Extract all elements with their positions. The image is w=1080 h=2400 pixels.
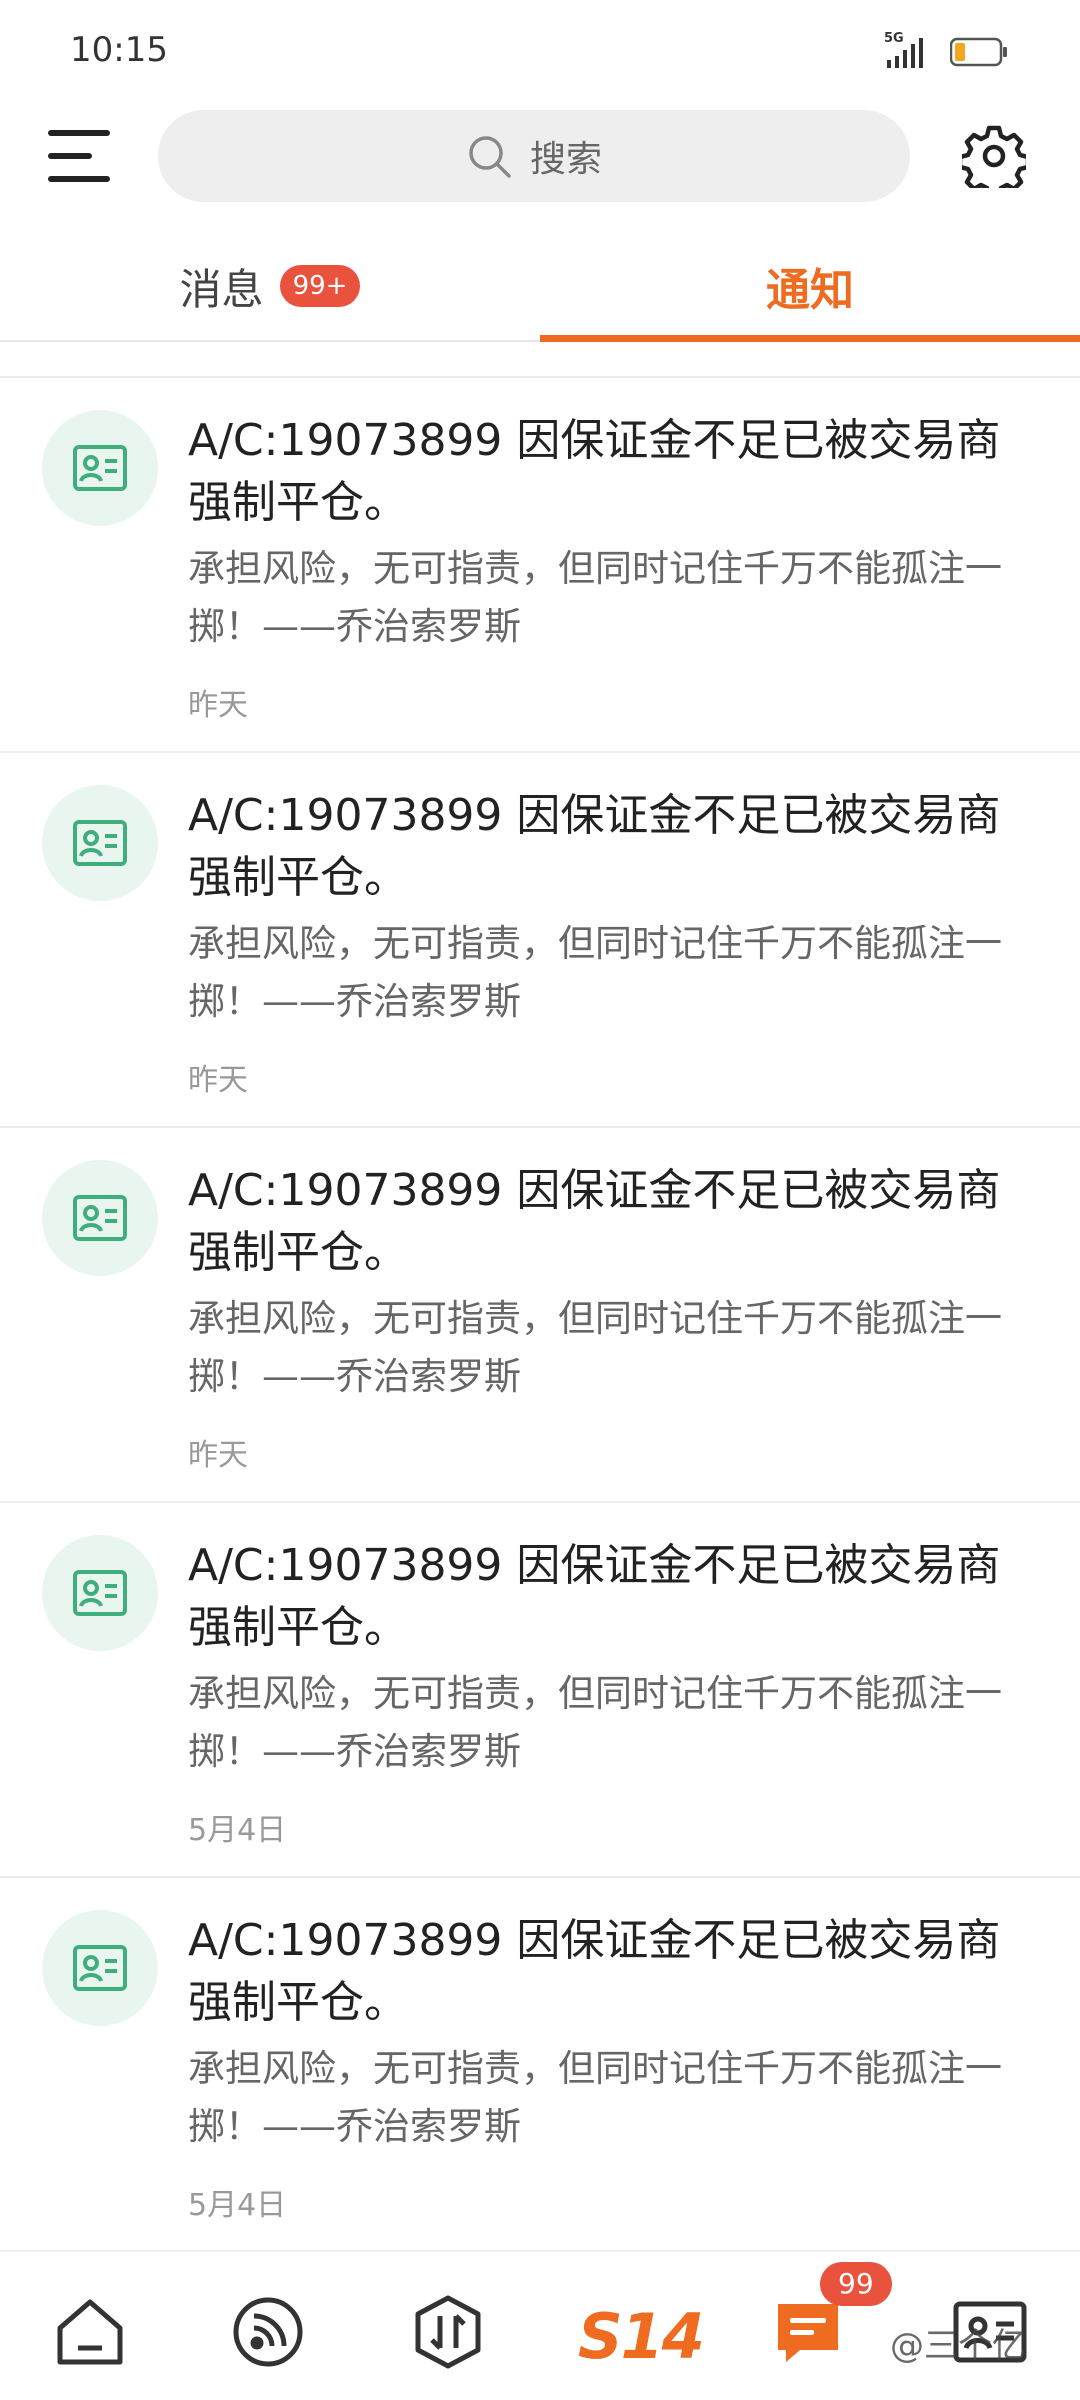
- top-bar: 搜索: [0, 100, 1080, 210]
- gear-icon[interactable]: [962, 124, 1026, 188]
- feed-icon: [233, 2297, 303, 2367]
- id-card-icon: [42, 410, 158, 526]
- search-placeholder: 搜索: [529, 139, 602, 180]
- notice-title: A/C:19073899 因保证金不足已被交易商强制平仓。: [188, 415, 1001, 528]
- nav-feed[interactable]: [228, 2292, 308, 2372]
- notice-title: A/C:19073899 因保证金不足已被交易商强制平仓。: [188, 790, 1001, 903]
- messages-count-badge: 99+: [279, 265, 361, 307]
- notice-time: 昨天: [188, 1063, 248, 1098]
- watermark: @三个亿: [890, 2326, 1026, 2366]
- nav-home[interactable]: [50, 2292, 130, 2372]
- list-item[interactable]: A/C:19073899 因保证金不足已被交易商强制平仓。 承担风险，无可指责，…: [0, 1128, 1080, 1503]
- notice-title: A/C:19073899 因保证金不足已被交易商强制平仓。: [188, 1165, 1001, 1278]
- home-icon: [57, 2299, 123, 2365]
- tab-notifications-label: 通知: [766, 265, 854, 316]
- id-card-icon: [42, 1910, 158, 2026]
- nav-trade[interactable]: [408, 2292, 488, 2372]
- messages-icon: [778, 2304, 838, 2362]
- status-time: 10:15: [70, 30, 168, 70]
- notice-time: 5月4日: [188, 1813, 287, 1848]
- active-tab-indicator: [540, 335, 1080, 342]
- notice-body: 承担风险，无可指责，但同时记住千万不能孤注一掷！——乔治索罗斯: [188, 2047, 1002, 2148]
- notice-body: 承担风险，无可指责，但同时记住千万不能孤注一掷！——乔治索罗斯: [188, 1297, 1002, 1398]
- id-card-icon: [42, 1160, 158, 1276]
- trade-icon: [415, 2295, 481, 2369]
- list-item[interactable]: A/C:19073899 因保证金不足已被交易商强制平仓。 承担风险，无可指责，…: [0, 1503, 1080, 1878]
- notice-time: 5月4日: [188, 2188, 287, 2223]
- id-card-icon: [42, 1535, 158, 1651]
- menu-icon[interactable]: [48, 128, 110, 184]
- list-item[interactable]: A/C:19073899 因保证金不足已被交易商强制平仓。 承担风险，无可指责，…: [0, 378, 1080, 753]
- status-bar: 10:15 5G: [0, 0, 1080, 100]
- notice-time: 昨天: [188, 1438, 248, 1473]
- messages-nav-badge: 99: [820, 2262, 892, 2306]
- notice-body: 承担风险，无可指责，但同时记住千万不能孤注一掷！——乔治索罗斯: [188, 547, 1002, 648]
- notice-body: 承担风险，无可指责，但同时记住千万不能孤注一掷！——乔治索罗斯: [188, 922, 1002, 1023]
- list-item[interactable]: A/C:19073899 因保证金不足已被交易商强制平仓。 承担风险，无可指责，…: [0, 1878, 1080, 2253]
- notice-time: 昨天: [188, 688, 248, 723]
- tab-bar: 消息 99+ 通知: [0, 232, 1080, 342]
- search-icon: [469, 136, 511, 178]
- tab-messages-label: 消息: [179, 264, 264, 314]
- tab-messages[interactable]: 消息 99+: [0, 232, 540, 340]
- notice-title: A/C:19073899 因保证金不足已被交易商强制平仓。: [188, 1915, 1001, 2028]
- bottom-nav: S14 99 @三个亿: [0, 2250, 1080, 2400]
- notification-list: A/C:19073899 因保证金不足已被交易商强制平仓。 承担风险，无可指责，…: [0, 376, 1080, 2253]
- list-item[interactable]: A/C:19073899 因保证金不足已被交易商强制平仓。 承担风险，无可指责，…: [0, 753, 1080, 1128]
- signal-icon: [887, 38, 923, 68]
- tab-notifications[interactable]: 通知: [540, 232, 1080, 340]
- notice-title: A/C:19073899 因保证金不足已被交易商强制平仓。: [188, 1540, 1001, 1653]
- s14-logo[interactable]: S14: [578, 2300, 705, 2373]
- battery-icon: [950, 37, 1007, 67]
- search-bar[interactable]: 搜索: [158, 110, 910, 202]
- notice-body: 承担风险，无可指责，但同时记住千万不能孤注一掷！——乔治索罗斯: [188, 1672, 1002, 1773]
- id-card-icon: [42, 785, 158, 901]
